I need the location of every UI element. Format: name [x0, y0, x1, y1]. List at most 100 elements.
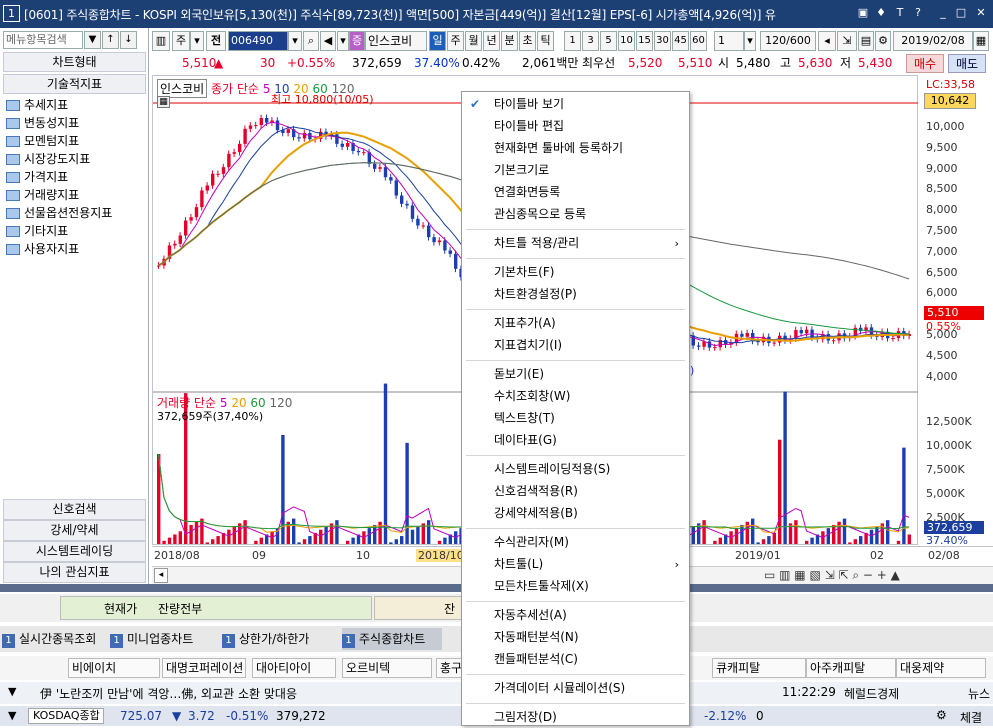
stock-icon[interactable]: ▥	[152, 31, 170, 51]
ticker-sign[interactable]: 체결	[960, 709, 982, 726]
left-menu-item[interactable]: 나의 관심지표	[3, 562, 146, 583]
menu-item[interactable]: 모든차트툴삭제(X)	[462, 576, 689, 597]
tree-item[interactable]: 기타지표	[6, 222, 68, 240]
tab-2[interactable]: 1 미니업종차트	[110, 628, 216, 650]
interval-button[interactable]: 60	[690, 31, 707, 51]
menu-item[interactable]: ✔ 타이틀바 보기	[462, 94, 689, 115]
interval-button[interactable]: 45	[672, 31, 689, 51]
period-button[interactable]: 년	[483, 31, 500, 51]
pan-left-icon[interactable]: ◂	[818, 31, 836, 51]
left-menu-item[interactable]: 신호검색	[3, 499, 146, 520]
menu-item[interactable]: 텍스트창(T)	[462, 408, 689, 429]
stock-item[interactable]: 대명코퍼레이션	[162, 658, 246, 678]
tree-item[interactable]: 거래량지표	[6, 186, 79, 204]
stock-item[interactable]: 큐캐피탈	[712, 658, 806, 678]
current-price-label[interactable]: 현재가	[104, 600, 137, 617]
tab-3[interactable]: 1 상한가/하한가	[222, 628, 336, 650]
balance-all-label[interactable]: 잔량전부	[158, 600, 202, 617]
stock-item[interactable]: 대웅제약	[896, 658, 986, 678]
period-button[interactable]: 분	[501, 31, 518, 51]
help-icon[interactable]: ?	[911, 6, 925, 20]
period-unit-select[interactable]: 주	[172, 31, 190, 51]
period-button[interactable]: 틱	[537, 31, 554, 51]
left-menu-item[interactable]: 강세/약세	[3, 520, 146, 541]
period-button[interactable]: 월	[465, 31, 482, 51]
range-display[interactable]: 120/600	[760, 31, 816, 51]
menu-item[interactable]: 자동추세선(A)	[462, 605, 689, 626]
stock-item[interactable]: 홍구	[436, 658, 464, 678]
tree-item[interactable]: 가격지표	[6, 168, 68, 186]
menu-item[interactable]: 자동패턴분석(N)	[462, 627, 689, 648]
period-button[interactable]: 초	[519, 31, 536, 51]
menu-item[interactable]: 수식관리자(M)	[462, 532, 689, 553]
dropdown-icon[interactable]: ▼	[84, 31, 101, 49]
restore-icon[interactable]: ▣	[856, 6, 870, 20]
menu-item[interactable]: 데이타표(G)	[462, 430, 689, 451]
buy-button[interactable]: 매수	[906, 54, 944, 73]
calendar-icon[interactable]: ▦	[973, 31, 989, 51]
menu-item[interactable]: 그림저장(D)	[462, 707, 689, 728]
period-dropdown-icon[interactable]: ▾	[190, 31, 204, 51]
sound-dropdown-icon[interactable]: ▾	[337, 31, 349, 51]
code-dropdown-icon[interactable]: ▾	[288, 31, 302, 51]
interval-button[interactable]: 10	[618, 31, 635, 51]
stock-item[interactable]: 아주캐피탈	[806, 658, 896, 678]
menu-item[interactable]: 시스템트레이딩적용(S)	[462, 459, 689, 480]
interval-button[interactable]: 1	[564, 31, 581, 51]
save-icon[interactable]: ▤	[858, 31, 874, 51]
menu-item[interactable]: 지표추가(A)	[462, 313, 689, 334]
menu-item[interactable]: 지표겹치기(I)	[462, 335, 689, 356]
tab-4[interactable]: 1 주식종합차트	[342, 628, 442, 650]
text-icon[interactable]: T	[893, 6, 907, 20]
maximize-icon[interactable]: □	[954, 6, 968, 20]
tree-item[interactable]: 변동성지표	[6, 114, 79, 132]
pin-icon[interactable]: ♦	[874, 6, 888, 20]
menu-item[interactable]: 신호검색적용(R)	[462, 481, 689, 502]
indicator-header[interactable]: 기술적지표	[3, 74, 146, 94]
interval-button[interactable]: 30	[654, 31, 671, 51]
settings-icon[interactable]: ⚙	[875, 31, 891, 51]
tree-item[interactable]: 선물옵션전용지표	[6, 204, 112, 222]
news-headline[interactable]: 伊 '노란조끼 만남'에 격앙…佛, 외교관 소환 맞대응	[40, 685, 297, 702]
zoom-tools[interactable]: ▭ ▥ ▦ ▧ ⇲ ⇱ ⌕ − + ▲	[764, 568, 900, 583]
ticker-settings-icon[interactable]: ⚙	[936, 708, 947, 722]
search-icon[interactable]: ⌕	[303, 31, 319, 51]
menu-item[interactable]: 현재화면 툴바에 등록하기	[462, 138, 689, 159]
chart-grid-icon[interactable]: ▦	[157, 96, 170, 108]
stock-item[interactable]: 비에이치	[68, 658, 160, 678]
sound-icon[interactable]: ◀	[320, 31, 336, 51]
stock-item[interactable]: 오르비텍	[342, 658, 432, 678]
menu-item[interactable]: 강세약세적용(B)	[462, 503, 689, 524]
tree-item[interactable]: 추세지표	[6, 96, 68, 114]
scroll-left-icon[interactable]: ◂	[154, 568, 168, 583]
menu-search-input[interactable]: 메뉴항목검색	[3, 31, 83, 49]
minimize-icon[interactable]: _	[936, 6, 950, 20]
interval-button[interactable]: 5	[600, 31, 617, 51]
sell-button[interactable]: 매도	[948, 54, 986, 73]
stock-item[interactable]: 대아티아이	[252, 658, 336, 678]
menu-item[interactable]: 기본크기로	[462, 160, 689, 181]
period-button[interactable]: 주	[447, 31, 464, 51]
move-down-icon[interactable]: ↓	[120, 31, 137, 49]
menu-item[interactable]: 가격데이터 시뮬레이션(S)	[462, 678, 689, 699]
count-dropdown-icon[interactable]: ▾	[744, 31, 756, 51]
menu-item[interactable]: 기본차트(F)	[462, 262, 689, 283]
move-up-icon[interactable]: ↑	[102, 31, 119, 49]
menu-item[interactable]: 관심종목으로 등록	[462, 204, 689, 225]
tree-item[interactable]: 모멘텀지표	[6, 132, 79, 150]
ticker-index-name[interactable]: KOSDAQ종합	[28, 708, 104, 724]
menu-item[interactable]: 차트툴(L) ›	[462, 554, 689, 575]
interval-button[interactable]: 15	[636, 31, 653, 51]
news-tab[interactable]: 뉴스	[968, 685, 990, 702]
period-button[interactable]: 일	[429, 31, 446, 51]
menu-item[interactable]: 수치조회창(W)	[462, 386, 689, 407]
chart-type-header[interactable]: 차트형태	[3, 52, 146, 72]
menu-item[interactable]: 연결화면등록	[462, 182, 689, 203]
menu-item[interactable]: 캔들패턴분석(C)	[462, 649, 689, 670]
date-field[interactable]: 2019/02/08	[893, 31, 973, 51]
menu-item[interactable]: 타이틀바 편집	[462, 116, 689, 137]
menu-item[interactable]: 차트환경설정(P)	[462, 284, 689, 305]
left-menu-item[interactable]: 시스템트레이딩	[3, 541, 146, 562]
tree-item[interactable]: 시장강도지표	[6, 150, 90, 168]
stock-code-input[interactable]: 006490	[228, 31, 288, 51]
